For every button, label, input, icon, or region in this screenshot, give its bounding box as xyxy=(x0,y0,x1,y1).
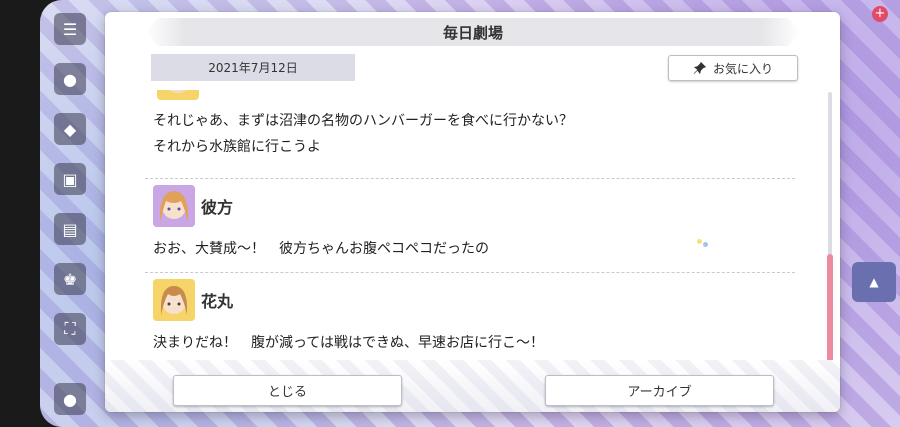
speaker-name: 彼方 xyxy=(201,198,234,217)
side-menu-rail: ☰ ● ◆ ▣ ▤ ♚ ⛶ ● xyxy=(50,5,90,420)
right-side-badge[interactable]: ▲ xyxy=(852,262,896,302)
theater-icon[interactable]: ▤ xyxy=(54,213,86,245)
chat-icon[interactable]: ● xyxy=(54,63,86,95)
hamburger-menu-icon[interactable]: ☰ xyxy=(54,13,86,45)
member-icon[interactable]: ♚ xyxy=(54,263,86,295)
dialog-title: 毎日劇場 xyxy=(145,18,801,46)
profile-icon[interactable]: ● xyxy=(54,383,86,415)
avatar xyxy=(153,185,195,227)
add-currency-icon[interactable]: + xyxy=(872,6,888,22)
dialogue-line: それから水族館に行こうよ xyxy=(153,139,321,155)
dialogue-line: おお、大賛成〜！ 彼方ちゃんお腹ペコペコだったの xyxy=(153,241,489,257)
present-icon[interactable]: ◆ xyxy=(54,113,86,145)
fullscreen-icon[interactable]: ⛶ xyxy=(54,313,86,345)
dialogue-log[interactable]: それじゃあ、まずは沼津の名物のハンバーガーを食べに行かない？ それから水族館に行… xyxy=(145,90,825,360)
date-label: 2021年7月12日 xyxy=(151,54,355,81)
dialogue-line: 決まりだね！ 腹が減っては戦はできぬ、早速お店に行こ〜！ xyxy=(153,335,545,351)
speaker-header: 花丸 xyxy=(153,278,233,322)
right-side-panel: ▲ xyxy=(842,0,900,427)
speaker-name: 花丸 xyxy=(201,292,234,311)
entry-divider xyxy=(145,272,795,273)
pin-icon xyxy=(693,61,707,75)
daily-theater-dialog: 毎日劇場 2021年7月12日 お気に入り それじゃあ、まずは沼津の名物のハンバ… xyxy=(105,12,840,412)
sparkle-decoration xyxy=(703,242,708,247)
scrollbar-thumb[interactable] xyxy=(827,254,833,366)
sparkle-decoration xyxy=(697,239,702,244)
entry-divider xyxy=(145,178,795,179)
archive-button[interactable]: アーカイブ xyxy=(545,375,774,406)
favorite-label: お気に入り xyxy=(712,61,773,76)
favorite-button[interactable]: お気に入り xyxy=(668,55,798,81)
speaker-header: 彼方 xyxy=(153,184,233,228)
dialog-footer: とじる アーカイブ xyxy=(105,360,840,412)
dialogue-line: それじゃあ、まずは沼津の名物のハンバーガーを食べに行かない？ xyxy=(153,113,573,129)
close-button[interactable]: とじる xyxy=(173,375,402,406)
gift-icon[interactable]: ▣ xyxy=(54,163,86,195)
avatar xyxy=(153,279,195,321)
avatar xyxy=(157,90,199,100)
